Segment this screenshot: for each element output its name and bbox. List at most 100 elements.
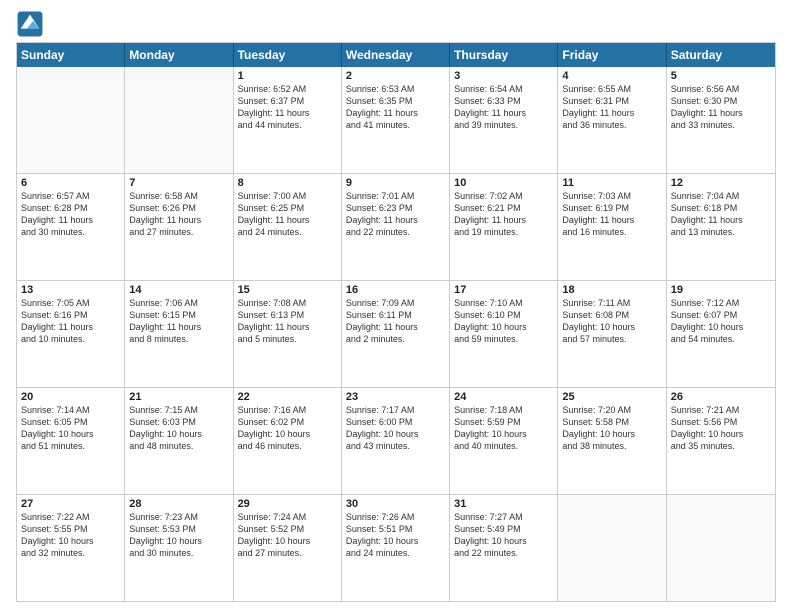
calendar-row: 20Sunrise: 7:14 AM Sunset: 6:05 PM Dayli…	[17, 387, 775, 494]
calendar-cell: 31Sunrise: 7:27 AM Sunset: 5:49 PM Dayli…	[450, 495, 558, 601]
logo	[16, 10, 48, 38]
calendar-cell: 9Sunrise: 7:01 AM Sunset: 6:23 PM Daylig…	[342, 174, 450, 280]
cell-info: Sunrise: 7:20 AM Sunset: 5:58 PM Dayligh…	[562, 404, 661, 453]
day-number: 11	[562, 177, 661, 189]
cell-info: Sunrise: 7:00 AM Sunset: 6:25 PM Dayligh…	[238, 190, 337, 239]
cell-info: Sunrise: 7:01 AM Sunset: 6:23 PM Dayligh…	[346, 190, 445, 239]
cell-info: Sunrise: 7:03 AM Sunset: 6:19 PM Dayligh…	[562, 190, 661, 239]
day-number: 29	[238, 498, 337, 510]
header	[16, 10, 776, 38]
calendar-header-cell: Tuesday	[234, 43, 342, 67]
calendar-header-row: SundayMondayTuesdayWednesdayThursdayFrid…	[17, 43, 775, 67]
calendar-cell: 7Sunrise: 6:58 AM Sunset: 6:26 PM Daylig…	[125, 174, 233, 280]
day-number: 1	[238, 70, 337, 82]
calendar-row: 1Sunrise: 6:52 AM Sunset: 6:37 PM Daylig…	[17, 67, 775, 173]
calendar-header-cell: Monday	[125, 43, 233, 67]
calendar-row: 27Sunrise: 7:22 AM Sunset: 5:55 PM Dayli…	[17, 494, 775, 601]
cell-info: Sunrise: 7:27 AM Sunset: 5:49 PM Dayligh…	[454, 511, 553, 560]
day-number: 2	[346, 70, 445, 82]
cell-info: Sunrise: 6:55 AM Sunset: 6:31 PM Dayligh…	[562, 83, 661, 132]
day-number: 13	[21, 284, 120, 296]
day-number: 19	[671, 284, 771, 296]
cell-info: Sunrise: 6:52 AM Sunset: 6:37 PM Dayligh…	[238, 83, 337, 132]
day-number: 14	[129, 284, 228, 296]
calendar-cell: 3Sunrise: 6:54 AM Sunset: 6:33 PM Daylig…	[450, 67, 558, 173]
cell-info: Sunrise: 7:22 AM Sunset: 5:55 PM Dayligh…	[21, 511, 120, 560]
day-number: 22	[238, 391, 337, 403]
calendar-cell: 5Sunrise: 6:56 AM Sunset: 6:30 PM Daylig…	[667, 67, 775, 173]
calendar-cell: 6Sunrise: 6:57 AM Sunset: 6:28 PM Daylig…	[17, 174, 125, 280]
calendar-cell: 28Sunrise: 7:23 AM Sunset: 5:53 PM Dayli…	[125, 495, 233, 601]
day-number: 3	[454, 70, 553, 82]
calendar-row: 13Sunrise: 7:05 AM Sunset: 6:16 PM Dayli…	[17, 280, 775, 387]
cell-info: Sunrise: 7:23 AM Sunset: 5:53 PM Dayligh…	[129, 511, 228, 560]
day-number: 31	[454, 498, 553, 510]
calendar-cell: 16Sunrise: 7:09 AM Sunset: 6:11 PM Dayli…	[342, 281, 450, 387]
calendar-cell: 8Sunrise: 7:00 AM Sunset: 6:25 PM Daylig…	[234, 174, 342, 280]
day-number: 10	[454, 177, 553, 189]
calendar-cell: 22Sunrise: 7:16 AM Sunset: 6:02 PM Dayli…	[234, 388, 342, 494]
calendar-cell: 4Sunrise: 6:55 AM Sunset: 6:31 PM Daylig…	[558, 67, 666, 173]
calendar-cell: 18Sunrise: 7:11 AM Sunset: 6:08 PM Dayli…	[558, 281, 666, 387]
cell-info: Sunrise: 6:54 AM Sunset: 6:33 PM Dayligh…	[454, 83, 553, 132]
day-number: 12	[671, 177, 771, 189]
calendar-header-cell: Saturday	[667, 43, 775, 67]
day-number: 25	[562, 391, 661, 403]
logo-icon	[16, 10, 44, 38]
day-number: 16	[346, 284, 445, 296]
calendar-cell	[667, 495, 775, 601]
calendar-header-cell: Sunday	[17, 43, 125, 67]
calendar-cell: 2Sunrise: 6:53 AM Sunset: 6:35 PM Daylig…	[342, 67, 450, 173]
day-number: 17	[454, 284, 553, 296]
calendar-cell: 13Sunrise: 7:05 AM Sunset: 6:16 PM Dayli…	[17, 281, 125, 387]
calendar-cell	[558, 495, 666, 601]
calendar-cell: 17Sunrise: 7:10 AM Sunset: 6:10 PM Dayli…	[450, 281, 558, 387]
calendar-cell: 24Sunrise: 7:18 AM Sunset: 5:59 PM Dayli…	[450, 388, 558, 494]
calendar-cell: 29Sunrise: 7:24 AM Sunset: 5:52 PM Dayli…	[234, 495, 342, 601]
cell-info: Sunrise: 6:56 AM Sunset: 6:30 PM Dayligh…	[671, 83, 771, 132]
calendar-cell: 20Sunrise: 7:14 AM Sunset: 6:05 PM Dayli…	[17, 388, 125, 494]
day-number: 5	[671, 70, 771, 82]
day-number: 8	[238, 177, 337, 189]
day-number: 18	[562, 284, 661, 296]
calendar-header-cell: Friday	[558, 43, 666, 67]
cell-info: Sunrise: 7:21 AM Sunset: 5:56 PM Dayligh…	[671, 404, 771, 453]
calendar-cell	[17, 67, 125, 173]
calendar-cell: 1Sunrise: 6:52 AM Sunset: 6:37 PM Daylig…	[234, 67, 342, 173]
calendar-cell: 14Sunrise: 7:06 AM Sunset: 6:15 PM Dayli…	[125, 281, 233, 387]
cell-info: Sunrise: 6:58 AM Sunset: 6:26 PM Dayligh…	[129, 190, 228, 239]
calendar-cell: 19Sunrise: 7:12 AM Sunset: 6:07 PM Dayli…	[667, 281, 775, 387]
calendar-cell: 30Sunrise: 7:26 AM Sunset: 5:51 PM Dayli…	[342, 495, 450, 601]
calendar-cell	[125, 67, 233, 173]
calendar-header-cell: Thursday	[450, 43, 558, 67]
cell-info: Sunrise: 7:08 AM Sunset: 6:13 PM Dayligh…	[238, 297, 337, 346]
day-number: 27	[21, 498, 120, 510]
calendar: SundayMondayTuesdayWednesdayThursdayFrid…	[16, 42, 776, 602]
day-number: 21	[129, 391, 228, 403]
day-number: 30	[346, 498, 445, 510]
cell-info: Sunrise: 7:09 AM Sunset: 6:11 PM Dayligh…	[346, 297, 445, 346]
day-number: 4	[562, 70, 661, 82]
calendar-cell: 25Sunrise: 7:20 AM Sunset: 5:58 PM Dayli…	[558, 388, 666, 494]
calendar-cell: 12Sunrise: 7:04 AM Sunset: 6:18 PM Dayli…	[667, 174, 775, 280]
cell-info: Sunrise: 7:26 AM Sunset: 5:51 PM Dayligh…	[346, 511, 445, 560]
cell-info: Sunrise: 7:05 AM Sunset: 6:16 PM Dayligh…	[21, 297, 120, 346]
day-number: 23	[346, 391, 445, 403]
calendar-cell: 11Sunrise: 7:03 AM Sunset: 6:19 PM Dayli…	[558, 174, 666, 280]
calendar-cell: 15Sunrise: 7:08 AM Sunset: 6:13 PM Dayli…	[234, 281, 342, 387]
calendar-header-cell: Wednesday	[342, 43, 450, 67]
cell-info: Sunrise: 7:24 AM Sunset: 5:52 PM Dayligh…	[238, 511, 337, 560]
calendar-cell: 10Sunrise: 7:02 AM Sunset: 6:21 PM Dayli…	[450, 174, 558, 280]
cell-info: Sunrise: 7:18 AM Sunset: 5:59 PM Dayligh…	[454, 404, 553, 453]
cell-info: Sunrise: 6:53 AM Sunset: 6:35 PM Dayligh…	[346, 83, 445, 132]
calendar-body: 1Sunrise: 6:52 AM Sunset: 6:37 PM Daylig…	[17, 67, 775, 601]
cell-info: Sunrise: 7:15 AM Sunset: 6:03 PM Dayligh…	[129, 404, 228, 453]
day-number: 15	[238, 284, 337, 296]
day-number: 7	[129, 177, 228, 189]
page: SundayMondayTuesdayWednesdayThursdayFrid…	[0, 0, 792, 612]
cell-info: Sunrise: 7:04 AM Sunset: 6:18 PM Dayligh…	[671, 190, 771, 239]
cell-info: Sunrise: 6:57 AM Sunset: 6:28 PM Dayligh…	[21, 190, 120, 239]
day-number: 20	[21, 391, 120, 403]
cell-info: Sunrise: 7:10 AM Sunset: 6:10 PM Dayligh…	[454, 297, 553, 346]
cell-info: Sunrise: 7:11 AM Sunset: 6:08 PM Dayligh…	[562, 297, 661, 346]
